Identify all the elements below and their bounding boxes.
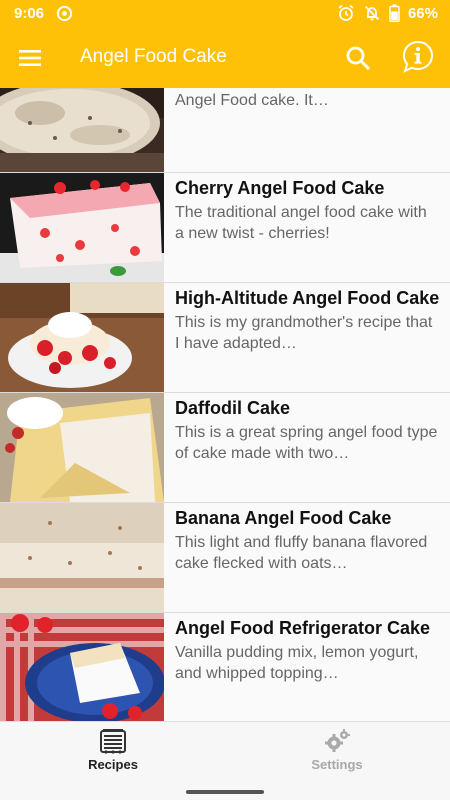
recipe-title: Angel Food Refrigerator Cake <box>175 618 431 638</box>
recipe-description: Vanilla pudding mix, lemon yogurt, and w… <box>175 644 419 682</box>
app-bar: Angel Food Cake <box>0 28 450 88</box>
recipe-description: This is a great spring angel food type o… <box>175 424 438 462</box>
recipe-thumbnail <box>0 393 164 502</box>
bottom-navigation: Recipes Settings <box>0 721 450 800</box>
status-bar: 9:06 66% <box>0 0 450 28</box>
recipe-text: Banana Angel Food Cake This light and fl… <box>175 507 440 574</box>
recipe-thumbnail <box>0 173 164 282</box>
recipe-title: High-Altitude Angel Food Cake <box>175 288 440 308</box>
nav-settings-label: Settings <box>311 757 363 772</box>
settings-gears-icon <box>325 729 350 752</box>
recipe-text: High-Altitude Angel Food Cake This is my… <box>175 287 440 354</box>
recipe-item-cherry-angel-food-cake[interactable]: Cherry Angel Food Cake The traditional a… <box>0 173 450 283</box>
recipe-thumbnail <box>0 88 164 172</box>
recipe-title: Daffodil Cake <box>175 398 291 418</box>
nav-recipes-label: Recipes <box>88 757 138 772</box>
battery-percentage: 66% <box>407 4 438 22</box>
recipe-description: This light and fluffy banana flavored ca… <box>175 534 428 572</box>
gesture-navigation-bar[interactable] <box>186 790 264 794</box>
nav-recipes-tab[interactable]: Recipes <box>48 728 178 784</box>
recipe-title: Banana Angel Food Cake <box>175 508 392 528</box>
recipes-book-icon <box>100 729 126 754</box>
recipe-text: This is a yummy change to standard Angel… <box>175 88 440 111</box>
recipe-text: Daffodil Cake This is a great spring ang… <box>175 397 440 464</box>
alarm-icon <box>338 4 354 21</box>
recipe-thumbnail <box>0 503 164 612</box>
nav-settings-tab[interactable]: Settings <box>272 728 402 784</box>
search-icon[interactable] <box>345 45 371 71</box>
recipe-text: Cherry Angel Food Cake The traditional a… <box>175 177 440 244</box>
recipe-item-daffodil-cake[interactable]: Daffodil Cake This is a great spring ang… <box>0 393 450 503</box>
recipe-item-chocolate-chip-angel-food[interactable]: This is a yummy change to standard Angel… <box>0 88 450 173</box>
battery-icon <box>389 4 400 22</box>
recipe-description: The traditional angel food cake with a n… <box>175 204 427 242</box>
app-screen: 9:06 66% Angel Food Cake Angel Food cake… <box>0 0 450 800</box>
recipe-text: Angel Food Refrigerator Cake Vanilla pud… <box>175 617 440 684</box>
recipe-description: This is my grandmother's recipe that I h… <box>175 314 433 352</box>
status-time: 9:06 <box>14 5 45 22</box>
data-saver-icon <box>56 5 73 22</box>
menu-icon[interactable] <box>18 46 42 70</box>
recipe-thumbnail <box>0 613 164 721</box>
recipe-item-banana-angel-food-cake[interactable]: Banana Angel Food Cake This light and fl… <box>0 503 450 613</box>
recipe-thumbnail <box>0 283 164 392</box>
notifications-off-icon <box>364 5 380 21</box>
recipe-item-angel-food-refrigerator-cake[interactable]: Angel Food Refrigerator Cake Vanilla pud… <box>0 613 450 721</box>
recipe-item-high-altitude-angel-food-cake[interactable]: High-Altitude Angel Food Cake This is my… <box>0 283 450 393</box>
recipe-title: Cherry Angel Food Cake <box>175 178 385 198</box>
recipe-description: This is a yummy change to standard Angel… <box>175 92 329 109</box>
info-icon[interactable] <box>402 40 434 74</box>
recipe-list[interactable]: This is a yummy change to standard Angel… <box>0 88 450 721</box>
status-icons: 66% <box>337 4 438 22</box>
app-title: Angel Food Cake <box>80 46 227 67</box>
